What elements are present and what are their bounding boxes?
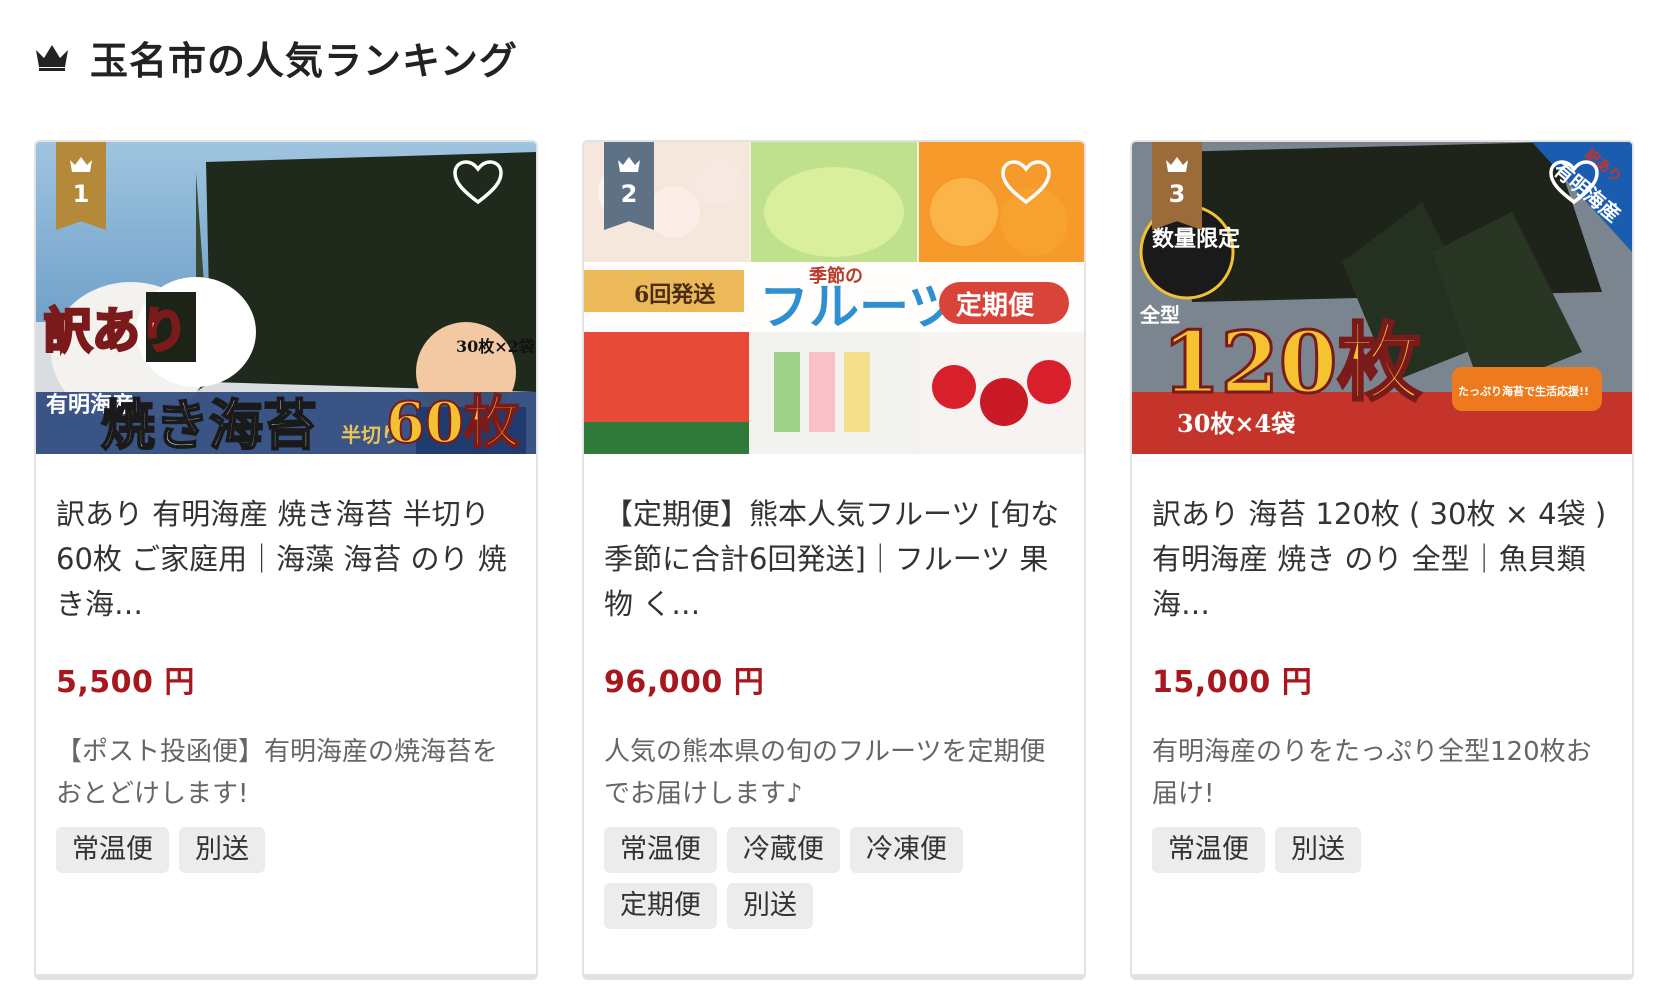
rank-badge-2: 2 bbox=[604, 142, 654, 230]
shipping-tags: 常温便 別送 bbox=[1152, 827, 1610, 873]
svg-text:たっぷり海苔で生活応援!!: たっぷり海苔で生活応援!! bbox=[1458, 384, 1589, 398]
rank-crown-icon bbox=[618, 157, 640, 172]
ranking-card-1[interactable]: 訳あり 有明海産 焼き海苔 半切り 60枚 30枚×2袋 1 訳あり 有明海産 … bbox=[34, 140, 538, 980]
tag-item: 常温便 bbox=[56, 827, 169, 873]
rank-crown-icon bbox=[70, 157, 92, 172]
svg-text:30枚×2袋: 30枚×2袋 bbox=[456, 337, 536, 356]
heart-icon bbox=[1549, 160, 1599, 205]
product-description: 有明海産のりをたっぷり全型120枚お届け! bbox=[1152, 737, 1592, 809]
tag-item: 別送 bbox=[727, 883, 813, 929]
favorite-button-2[interactable] bbox=[998, 154, 1054, 210]
ranking-card-2[interactable]: 6回発送 季節の フルーツ 定期便 2 【定期便】熊本人気フルーツ [旬な季節に… bbox=[582, 140, 1086, 980]
svg-text:60枚: 60枚 bbox=[386, 390, 520, 454]
tag-item: 常温便 bbox=[1152, 827, 1265, 873]
image-text-wakeari: 訳あり bbox=[44, 303, 188, 359]
svg-text:定期便: 定期便 bbox=[956, 290, 1035, 321]
heart-icon bbox=[453, 160, 503, 205]
tag-item: 冷凍便 bbox=[850, 827, 963, 873]
product-image-3[interactable]: 有明海産 訳あり 数量限定 全型 120枚 30枚×4袋 たっぷり海苔で生活応援… bbox=[1132, 142, 1632, 454]
product-price: 15,000 円 bbox=[1152, 665, 1313, 700]
product-title[interactable]: 【定期便】熊本人気フルーツ [旬な季節に合計6回発送]｜フルーツ 果物 く… bbox=[604, 492, 1062, 627]
product-description: 人気の熊本県の旬のフルーツを定期便でお届けします♪ bbox=[604, 737, 1046, 809]
svg-text:120枚: 120枚 bbox=[1162, 313, 1421, 412]
crown-icon bbox=[36, 45, 68, 71]
svg-text:数量限定: 数量限定 bbox=[1152, 226, 1240, 252]
rank-badge-3: 3 bbox=[1152, 142, 1202, 230]
product-price: 5,500 円 bbox=[56, 665, 195, 700]
tag-item: 定期便 bbox=[604, 883, 717, 929]
section-title: 玉名市の人気ランキング bbox=[90, 38, 518, 83]
favorite-button-1[interactable] bbox=[450, 154, 506, 210]
heart-icon bbox=[1001, 160, 1051, 205]
favorite-button-3[interactable] bbox=[1546, 154, 1602, 210]
tag-item: 別送 bbox=[1275, 827, 1361, 873]
product-price: 96,000 円 bbox=[604, 665, 765, 700]
tag-item: 別送 bbox=[179, 827, 265, 873]
ranking-list: 訳あり 有明海産 焼き海苔 半切り 60枚 30枚×2袋 1 訳あり 有明海産 … bbox=[34, 140, 1634, 980]
svg-text:フルーツ: フルーツ bbox=[759, 277, 958, 336]
shipping-tags: 常温便 冷蔵便 冷凍便 定期便 別送 bbox=[604, 827, 1062, 929]
ranking-card-3[interactable]: 有明海産 訳あり 数量限定 全型 120枚 30枚×4袋 たっぷり海苔で生活応援… bbox=[1130, 140, 1634, 980]
rank-badge-1: 1 bbox=[56, 142, 106, 230]
section-heading: 玉名市の人気ランキング bbox=[34, 32, 518, 83]
shipping-tags: 常温便 別送 bbox=[56, 827, 514, 873]
rank-crown-icon bbox=[1166, 157, 1188, 172]
product-title[interactable]: 訳あり 海苔 120枚 ( 30枚 × 4袋 ) 有明海産 焼き のり 全型｜魚… bbox=[1152, 492, 1610, 627]
product-image-2[interactable]: 6回発送 季節の フルーツ 定期便 2 bbox=[584, 142, 1084, 454]
tag-item: 常温便 bbox=[604, 827, 717, 873]
tag-item: 冷蔵便 bbox=[727, 827, 840, 873]
product-description: 【ポスト投函便】有明海産の焼海苔をおとどけします! bbox=[56, 737, 499, 809]
svg-text:焼き海苔: 焼き海苔 bbox=[101, 393, 317, 454]
product-image-1[interactable]: 訳あり 有明海産 焼き海苔 半切り 60枚 30枚×2袋 1 bbox=[36, 142, 536, 454]
svg-text:6回発送: 6回発送 bbox=[634, 282, 715, 308]
product-title[interactable]: 訳あり 有明海産 焼き海苔 半切り 60枚 ご家庭用｜海藻 海苔 のり 焼き海… bbox=[56, 492, 514, 627]
svg-text:30枚×4袋: 30枚×4袋 bbox=[1177, 409, 1296, 438]
